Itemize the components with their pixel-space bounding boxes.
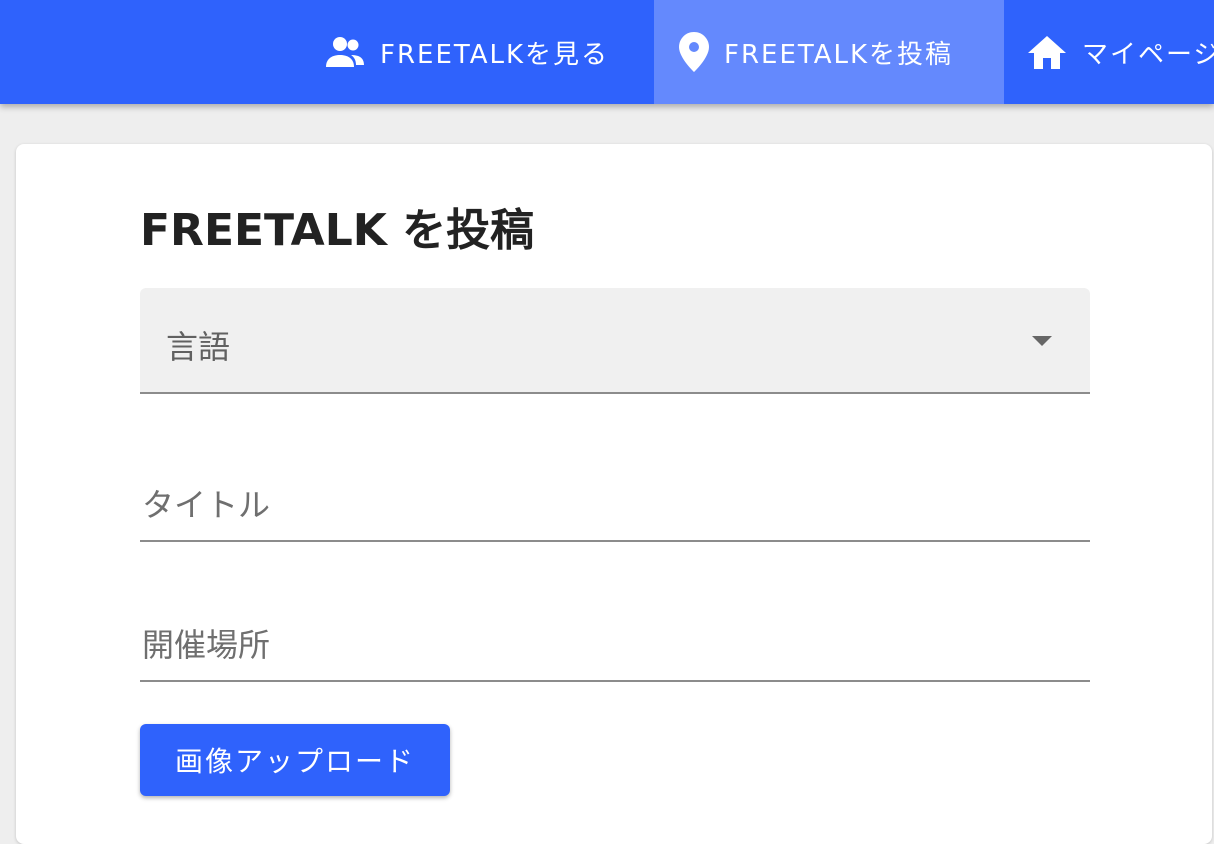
title-field-label: タイトル [142,486,271,524]
title-field[interactable]: タイトル [140,472,1090,542]
home-icon [1026,34,1068,70]
language-select[interactable]: 言語 [140,288,1090,394]
tab-view-label: FREETALKを見る [380,39,610,70]
page-title: FREETALK を投稿 [140,205,535,256]
post-form-card: FREETALK を投稿 言語 タイトル 開催場所 画像アップロード [16,144,1212,844]
tab-mypage[interactable]: マイページ [1026,0,1214,104]
language-select-label: 言語 [166,328,231,366]
top-nav-bar: FREETALKを見る FREETALKを投稿 マイページ [0,0,1214,104]
tab-post-label: FREETALKを投稿 [724,39,954,70]
place-field[interactable]: 開催場所 [140,612,1090,682]
map-pin-icon [678,31,710,73]
place-field-label: 開催場所 [142,626,271,664]
tab-view-freetalk[interactable]: FREETALKを見る [324,0,609,104]
tab-post-freetalk[interactable]: FREETALKを投稿 [654,0,1004,104]
image-upload-button[interactable]: 画像アップロード [140,724,450,796]
dropdown-arrow-icon [1032,336,1052,346]
tab-mypage-label: マイページ [1082,39,1214,70]
people-icon [324,35,366,69]
